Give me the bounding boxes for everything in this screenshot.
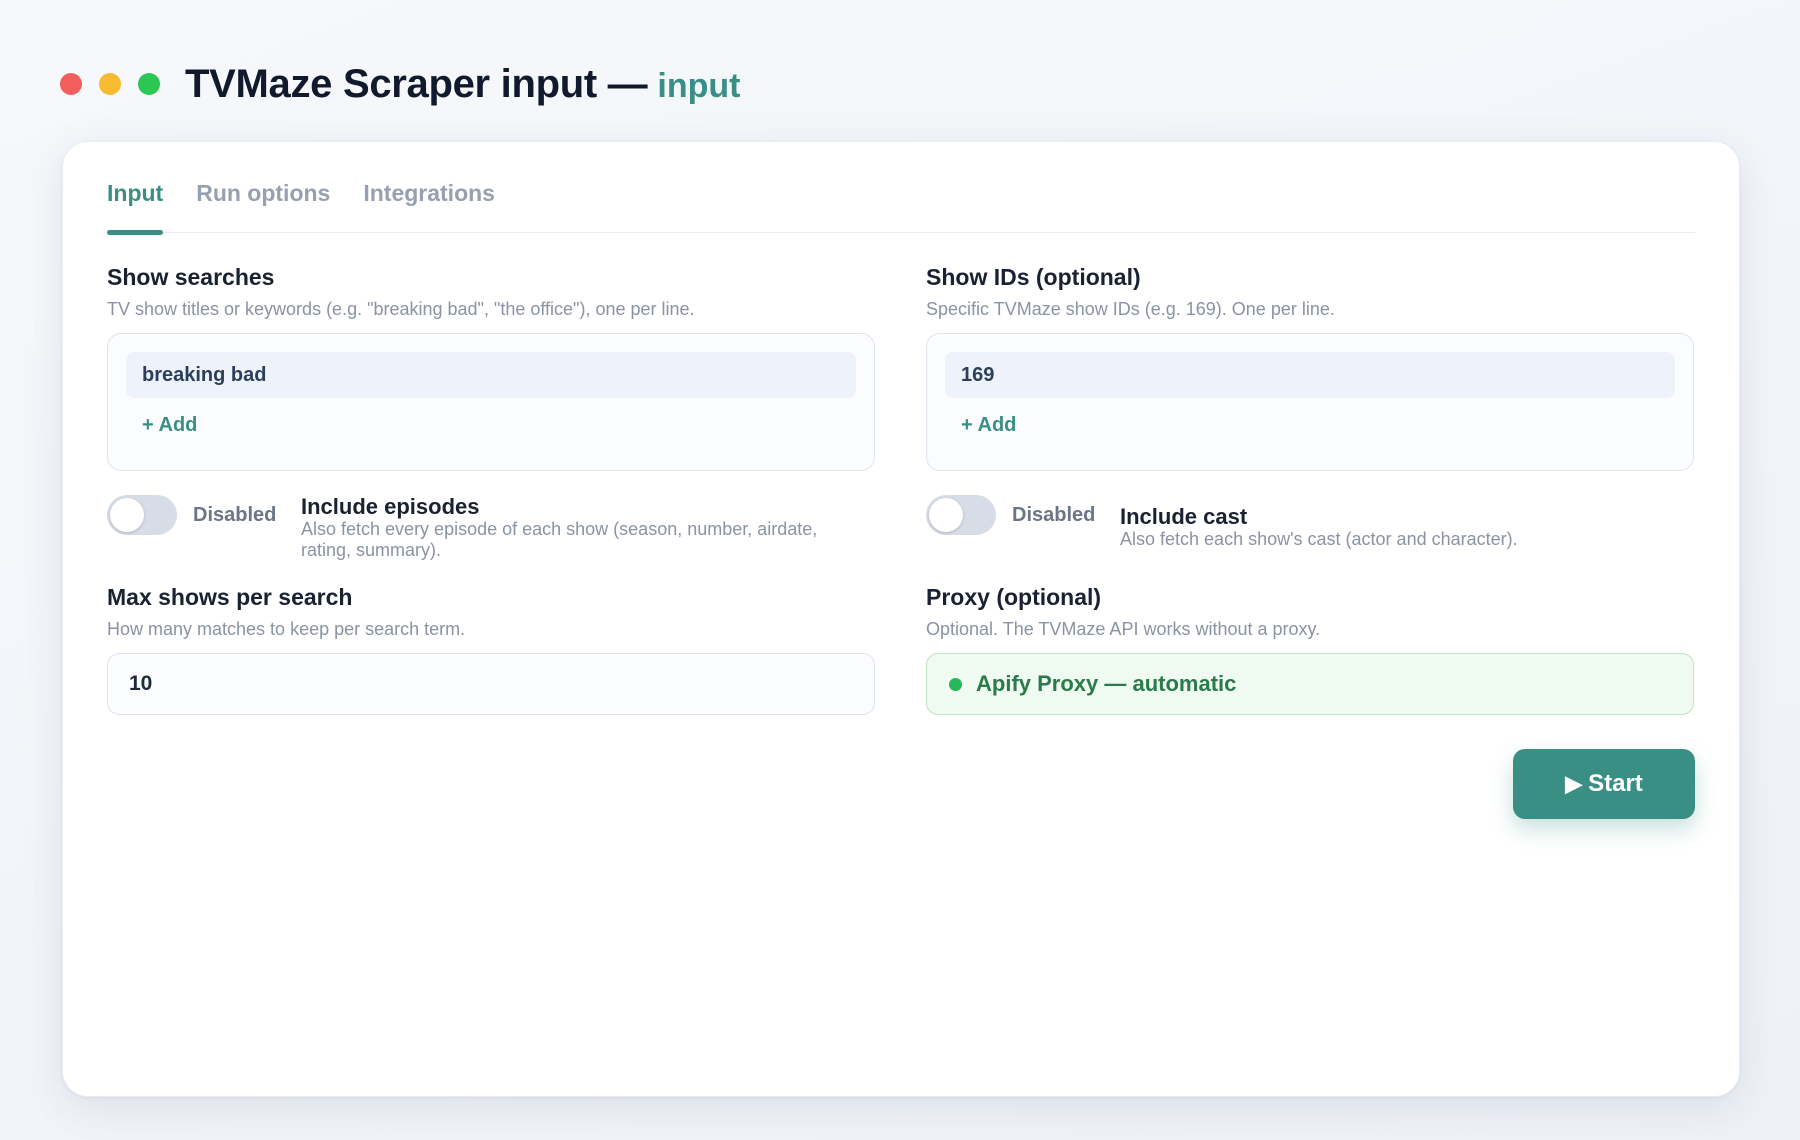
status-dot-icon: [949, 677, 962, 691]
maximize-window-button[interactable]: [138, 73, 160, 95]
show-ids-list: 169 + Add: [926, 333, 1694, 471]
proxy-label: Proxy (optional): [926, 584, 1102, 610]
tab-bar: Input Run options Integrations: [107, 142, 1695, 235]
proxy-help: Optional. The TVMaze API works without a…: [926, 619, 1321, 639]
play-icon: ▶: [1565, 771, 1583, 796]
add-show-search-button[interactable]: + Add: [126, 414, 856, 437]
toggle-knob: [929, 498, 963, 532]
max-shows-label: Max shows per search: [107, 584, 353, 610]
include-episodes-description: Also fetch every episode of each show (s…: [301, 519, 818, 560]
app-subtitle: input: [657, 66, 741, 105]
add-show-id-button[interactable]: + Add: [945, 414, 1675, 437]
max-shows-help: How many matches to keep per search term…: [107, 619, 466, 639]
include-episodes-toggle[interactable]: [107, 495, 177, 535]
show-ids-section: Show IDs (optional) Specific TVMaze show…: [926, 264, 1694, 471]
app-title: TVMaze Scraper input —: [185, 61, 648, 106]
proxy-value: Apify Proxy — automatic: [976, 671, 1237, 696]
include-episodes-state: Disabled: [193, 504, 277, 526]
show-ids-label: Show IDs (optional): [926, 264, 1141, 290]
show-searches-label: Show searches: [107, 264, 275, 290]
max-shows-input[interactable]: 10: [107, 653, 875, 715]
include-cast-description: Also fetch each show's cast (actor and c…: [1120, 529, 1518, 549]
show-searches-section: Show searches TV show titles or keywords…: [107, 264, 875, 471]
tab-run-options[interactable]: Run options: [196, 142, 330, 233]
include-episodes-row: Disabled Include episodes Also fetch eve…: [107, 495, 875, 561]
show-searches-list: breaking bad + Add: [107, 333, 875, 471]
tab-input[interactable]: Input: [107, 142, 164, 235]
include-episodes-title: Include episodes: [301, 494, 480, 519]
show-searches-help: TV show titles or keywords (e.g. "breaki…: [107, 299, 695, 319]
include-cast-toggle[interactable]: [926, 495, 996, 535]
show-search-item[interactable]: breaking bad: [126, 352, 856, 398]
include-cast-title: Include cast: [1120, 504, 1248, 529]
include-cast-state: Disabled: [1012, 504, 1096, 526]
start-button[interactable]: ▶ Start: [1513, 749, 1695, 819]
minimize-window-button[interactable]: [99, 73, 121, 95]
proxy-section: Proxy (optional) Optional. The TVMaze AP…: [926, 584, 1694, 715]
start-button-label: Start: [1588, 770, 1643, 797]
tab-integrations[interactable]: Integrations: [363, 142, 495, 233]
input-card: Input Run options Integrations Show sear…: [62, 141, 1740, 1097]
close-window-button[interactable]: [60, 73, 82, 95]
show-id-item[interactable]: 169: [945, 352, 1675, 398]
toggle-knob: [110, 498, 144, 532]
show-ids-help: Specific TVMaze show IDs (e.g. 169). One…: [926, 299, 1335, 319]
max-shows-section: Max shows per search How many matches to…: [107, 584, 875, 715]
include-cast-row: Disabled Include cast Also fetch each sh…: [926, 495, 1694, 550]
window-titlebar: TVMaze Scraper input — input: [60, 56, 740, 112]
proxy-selector[interactable]: Apify Proxy — automatic: [926, 653, 1694, 715]
